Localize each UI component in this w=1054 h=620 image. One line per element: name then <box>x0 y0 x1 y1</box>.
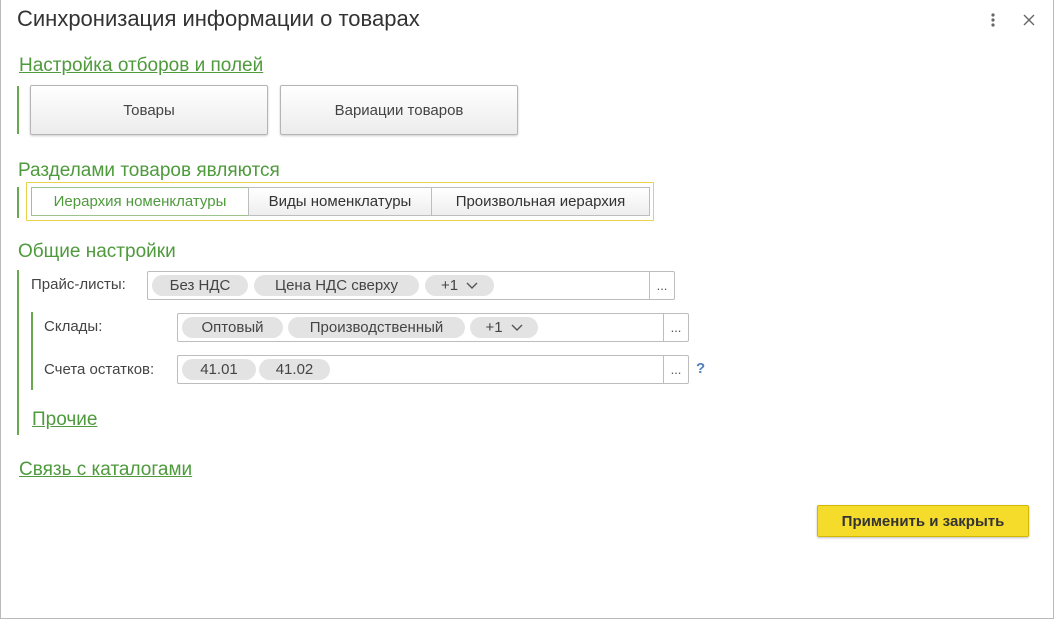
option-nomenclature-hierarchy[interactable]: Иерархия номенклатуры <box>31 187 249 216</box>
price-lists-field[interactable]: Без НДС Цена НДС сверху +1 ... <box>147 271 675 300</box>
chip-warehouse[interactable]: Оптовый <box>182 317 283 338</box>
chip-price-list[interactable]: Цена НДС сверху <box>254 275 419 296</box>
sections-group-bar <box>17 187 19 218</box>
chip-label: Производственный <box>309 319 444 336</box>
catalogs-link[interactable]: Связь с каталогами <box>19 459 192 481</box>
help-icon[interactable]: ? <box>696 360 705 377</box>
chip-label: Без НДС <box>169 277 231 294</box>
warehouses-field[interactable]: Оптовый Производственный +1 ... <box>177 313 689 342</box>
price-lists-select-button[interactable]: ... <box>649 272 674 299</box>
warehouses-group-bar <box>31 312 33 390</box>
sections-group-title: Разделами товаров являются <box>18 160 280 181</box>
price-lists-label: Прайс-листы: <box>31 276 126 293</box>
close-button[interactable] <box>1017 8 1041 32</box>
option-custom-hierarchy[interactable]: Произвольная иерархия <box>431 187 650 216</box>
accounts-select-button[interactable]: ... <box>663 356 688 383</box>
option-nomenclature-types[interactable]: Виды номенклатуры <box>248 187 432 216</box>
chip-price-list[interactable]: Без НДС <box>152 275 248 296</box>
window-title: Синхронизация информации о товарах <box>17 6 420 31</box>
warehouses-label: Склады: <box>44 318 103 335</box>
kebab-menu-icon <box>991 13 995 27</box>
chip-warehouse[interactable]: Производственный <box>288 317 465 338</box>
warehouses-select-button[interactable]: ... <box>663 314 688 341</box>
chip-label: 41.02 <box>275 361 314 378</box>
filters-settings-link[interactable]: Настройка отборов и полей <box>19 55 263 77</box>
chip-label: 41.01 <box>200 361 238 378</box>
chip-label: Оптовый <box>201 319 264 336</box>
apply-close-button[interactable]: Применить и закрыть <box>817 505 1029 537</box>
filters-group-bar <box>17 86 19 134</box>
chip-more[interactable]: +1 <box>425 275 494 296</box>
chip-label: Цена НДС сверху <box>274 277 399 294</box>
general-group-bar <box>17 270 19 435</box>
chevron-down-icon <box>466 282 478 290</box>
dialog-window: Синхронизация информации о товарах Настр… <box>0 0 1054 619</box>
accounts-field[interactable]: 41.01 41.02 ... <box>177 355 689 384</box>
chip-account[interactable]: 41.02 <box>259 359 330 380</box>
more-menu-button[interactable] <box>981 8 1005 32</box>
chip-label: +1 <box>485 319 503 336</box>
chip-account[interactable]: 41.01 <box>182 359 256 380</box>
other-settings-link[interactable]: Прочие <box>32 409 97 431</box>
general-settings-title: Общие настройки <box>18 241 176 262</box>
accounts-label: Счета остатков: <box>44 361 155 378</box>
sections-radio-group: Иерархия номенклатуры Виды номенклатуры … <box>26 182 654 221</box>
chip-more[interactable]: +1 <box>470 317 538 338</box>
goods-button[interactable]: Товары <box>30 85 268 135</box>
variations-button[interactable]: Вариации товаров <box>280 85 518 135</box>
chip-label: +1 <box>440 277 459 294</box>
close-icon <box>1023 14 1035 26</box>
chevron-down-icon <box>511 324 523 332</box>
